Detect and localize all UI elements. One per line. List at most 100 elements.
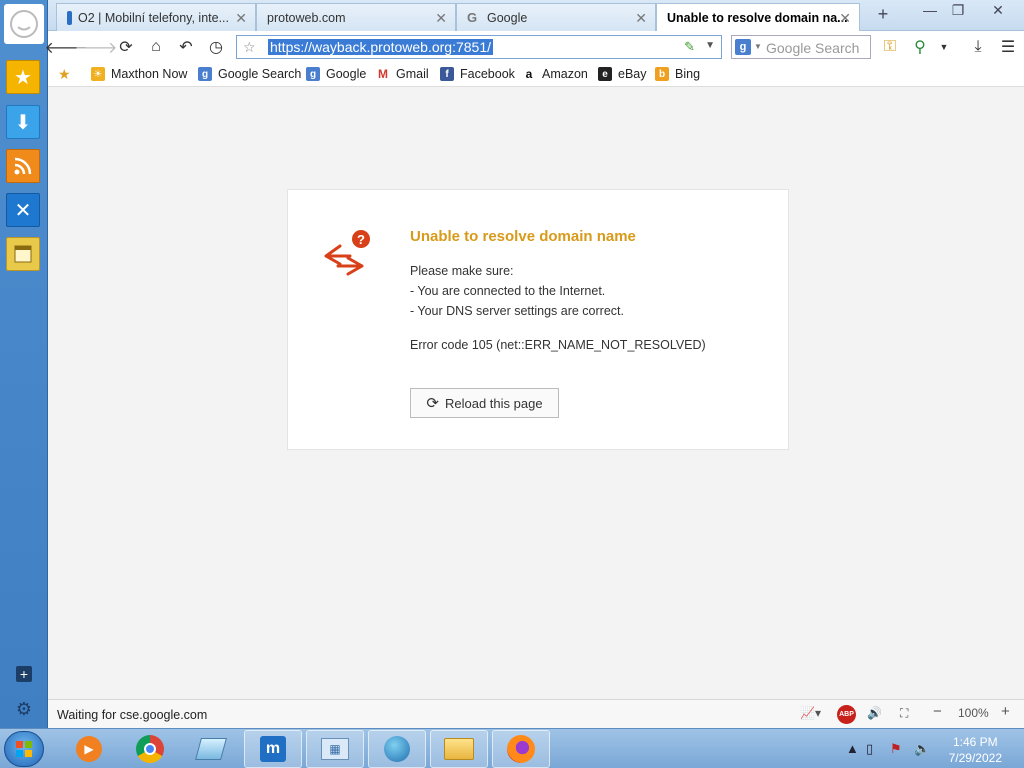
start-button[interactable] (4, 731, 44, 767)
sniffer-dropdown[interactable]: ▼ (934, 37, 954, 57)
home-button[interactable]: ⌂ (146, 37, 166, 57)
zoom-out-button[interactable]: − (933, 703, 942, 720)
resource-sniffer-button[interactable]: ⚲ (910, 37, 930, 57)
taskbar-notepad[interactable] (182, 730, 240, 768)
history-button[interactable]: ◷ (206, 37, 226, 57)
reload-page-button[interactable]: ⟳ Reload this page (410, 388, 559, 418)
download-arrow-icon: ⬇ (14, 111, 32, 134)
tray-device-icon[interactable]: ▯ (866, 741, 873, 757)
media-player-icon: ▶ (76, 736, 102, 762)
bookmark-google-search[interactable]: g Google Search (198, 67, 301, 81)
close-window-button[interactable]: ✕ (986, 2, 1010, 19)
chevron-up-icon: ▲ (846, 741, 859, 756)
bookmark-bing[interactable]: b Bing (655, 67, 700, 81)
clock-icon: ◷ (209, 39, 223, 56)
gear-icon: ⚙ (15, 698, 33, 719)
chevron-down-icon: ▼ (939, 42, 949, 52)
undo-icon: ↶ (179, 39, 193, 56)
bookmark-ebay[interactable]: e eBay (598, 67, 647, 81)
restore-icon: ❐ (951, 2, 965, 18)
back-button[interactable]: 🡐 (45, 37, 88, 57)
tab-google[interactable]: G Google ✕ (456, 3, 656, 31)
google-search-engine-icon[interactable]: g (735, 39, 751, 55)
refresh-button[interactable]: ⟳ (116, 37, 136, 57)
restore-button[interactable]: ❐ (946, 2, 970, 19)
o2-favicon-icon (67, 10, 72, 25)
google-search-icon: g (198, 67, 212, 81)
show-hidden-icons-button[interactable]: ▲ (846, 741, 859, 756)
minimize-icon: — (923, 2, 937, 18)
taskbar-network[interactable] (368, 730, 426, 768)
close-icon[interactable]: ✕ (235, 10, 247, 27)
close-icon[interactable]: ✕ (435, 10, 447, 27)
taskbar-explorer[interactable] (430, 730, 488, 768)
error-tip: - You are connected to the Internet. (410, 284, 606, 298)
downloads-sidebar-button[interactable]: ⬇ (6, 105, 40, 139)
bookmark-label: Gmail (396, 67, 429, 81)
folder-icon (444, 738, 474, 760)
downloads-button[interactable]: ⤓ (968, 37, 988, 57)
url-text[interactable]: https://wayback.protoweb.org:7851/ (268, 39, 494, 55)
tab-error-active[interactable]: Unable to resolve domain na... ✕ (656, 3, 860, 32)
bookmark-maxthon-now[interactable]: ☀ Maxthon Now (91, 67, 187, 81)
add-sidebar-button[interactable]: + (14, 664, 34, 684)
chevron-down-icon[interactable]: ▼ (754, 42, 762, 51)
bookmark-google[interactable]: g Google (306, 67, 366, 81)
notes-sidebar-button[interactable] (6, 237, 40, 271)
tab-protoweb[interactable]: protoweb.com ✕ (256, 3, 456, 31)
chevron-down-icon[interactable]: ▼ (705, 40, 715, 51)
fullscreen-button[interactable]: ⛶ (900, 706, 908, 721)
zoom-level[interactable]: 100% (958, 706, 989, 720)
minimize-button[interactable]: — (918, 2, 942, 18)
stats-button[interactable]: 📈▾ (800, 706, 821, 720)
new-tab-button[interactable]: + (871, 4, 895, 25)
chrome-icon (136, 735, 164, 763)
taskbar-chrome[interactable] (121, 730, 179, 768)
gmail-icon: M (376, 67, 390, 81)
forward-button[interactable]: 🡒 (75, 37, 118, 57)
taskbar-media-player[interactable]: ▶ (60, 730, 118, 768)
user-avatar[interactable] (4, 4, 44, 44)
taskbar-control-panel[interactable]: ▦ (306, 730, 364, 768)
system-clock[interactable]: 1:46 PM 7/29/2022 (949, 734, 1002, 766)
bookmark-gmail[interactable]: M Gmail (376, 67, 429, 81)
bookmark-facebook[interactable]: f Facebook (440, 67, 515, 81)
favorites-sidebar-button[interactable]: ★ (6, 60, 40, 94)
volume-icon[interactable]: 🔈 (914, 741, 930, 757)
windows-logo-icon (16, 741, 32, 757)
favorites-star-icon[interactable]: ★ (58, 66, 71, 83)
taskbar-maxthon[interactable]: m (244, 730, 302, 768)
bookmark-label: Amazon (542, 67, 588, 81)
plus-icon: + (877, 4, 889, 24)
close-icon[interactable]: ✕ (635, 10, 647, 27)
bookmark-label: Google Search (218, 67, 302, 81)
close-icon[interactable]: ✕ (839, 10, 851, 27)
tab-label: Google (487, 10, 528, 25)
pin-icon[interactable]: ✎ (684, 39, 695, 55)
undo-close-button[interactable]: ↶ (176, 37, 196, 57)
tab-bar: O2 | Mobilní telefony, inte... ✕ protowe… (48, 0, 1024, 32)
chart-icon: 📈▾ (800, 706, 821, 720)
zoom-in-button[interactable]: + (1001, 703, 1010, 720)
adblock-button[interactable]: ABP (837, 705, 856, 724)
passkeeper-button[interactable]: ⚿ (880, 37, 900, 57)
magnifier-icon: ⚲ (914, 39, 926, 56)
ebay-icon: e (598, 67, 612, 81)
menu-button[interactable]: ☰ (998, 37, 1018, 57)
address-bar[interactable]: ☆ https://wayback.protoweb.org:7851/ ✎ ▼ (236, 35, 722, 59)
tools-sidebar-button[interactable]: ✕ (6, 193, 40, 227)
star-outline-icon[interactable]: ☆ (243, 39, 256, 56)
sound-button[interactable]: 🔊 (867, 706, 882, 720)
tab-o2[interactable]: O2 | Mobilní telefony, inte... ✕ (56, 3, 256, 31)
taskbar-firefox[interactable] (492, 730, 550, 768)
search-box[interactable]: g ▼ Google Search (731, 35, 871, 59)
settings-sidebar-button[interactable]: ⚙ (14, 699, 34, 719)
network-status-icon[interactable]: ⚑ (890, 741, 902, 757)
clock-date: 7/29/2022 (948, 751, 1002, 765)
windows-taskbar: ▶ m ▦ ▲ ▯ ⚑ 🔈 1:46 PM 7/29/2022 (0, 728, 1024, 768)
google-icon: g (306, 67, 320, 81)
bookmark-amazon[interactable]: a Amazon (522, 67, 588, 81)
status-text: Waiting for cse.google.com (57, 708, 208, 722)
broken-connection-icon: ? (324, 230, 370, 276)
rss-sidebar-button[interactable] (6, 149, 40, 183)
